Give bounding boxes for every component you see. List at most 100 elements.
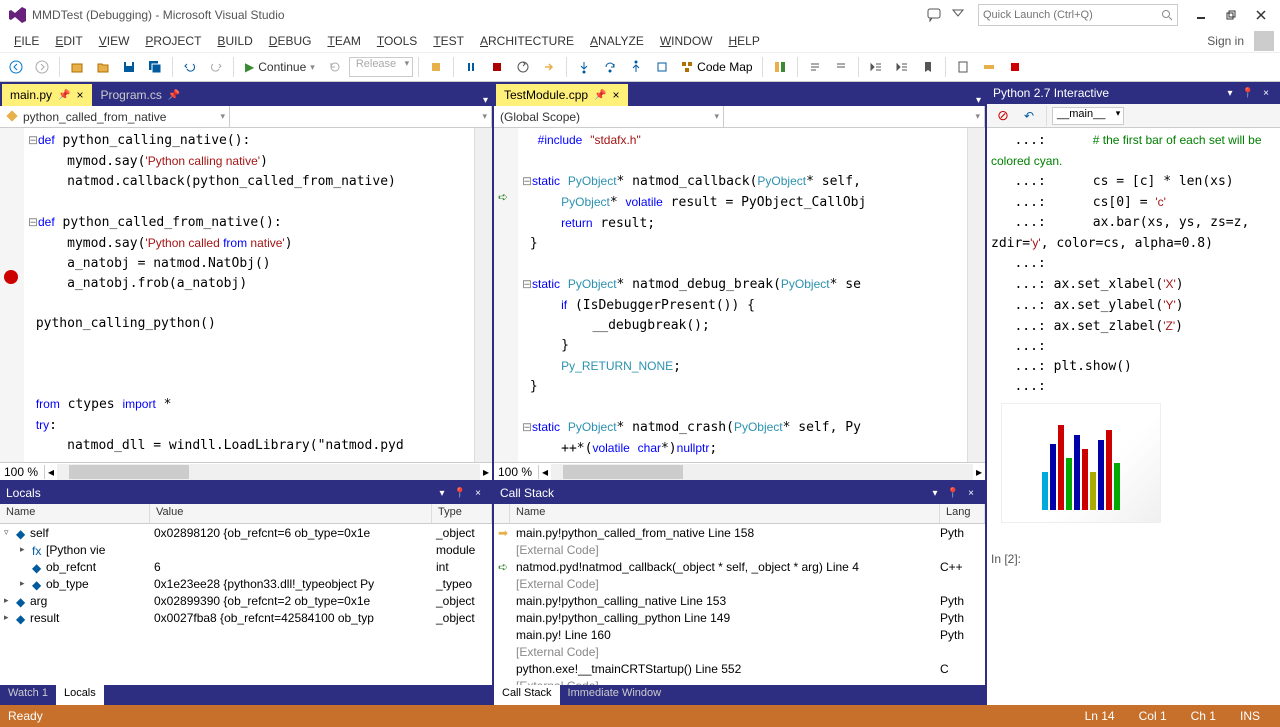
undo-button[interactable] xyxy=(178,55,202,79)
process-button[interactable] xyxy=(424,55,448,79)
minimize-button[interactable] xyxy=(1186,3,1216,27)
interactive-output[interactable]: ...: # the first bar of each set will be… xyxy=(987,128,1280,705)
gutter[interactable] xyxy=(0,128,24,462)
callstack-row[interactable]: ➡main.py!python_called_from_native Line … xyxy=(494,524,985,541)
callstack-row[interactable]: ➪natmod.pyd!natmod_callback(_object * se… xyxy=(494,558,985,575)
col-lang[interactable]: Lang xyxy=(940,504,985,523)
menu-file[interactable]: FILE xyxy=(6,32,47,50)
comment-button[interactable] xyxy=(803,55,827,79)
tab-locals[interactable]: Locals xyxy=(56,685,104,705)
uncomment-button[interactable] xyxy=(829,55,853,79)
tab-main-py[interactable]: main.py 📌 × xyxy=(2,84,92,106)
pin-icon[interactable]: 📌 xyxy=(594,90,606,101)
callstack-row[interactable]: [External Code] xyxy=(494,677,985,685)
continue-button[interactable]: ▶ Continue ▾ xyxy=(239,58,321,76)
scroll-right-icon[interactable]: ▸ xyxy=(973,465,985,479)
locals-row[interactable]: ▸◆ result0x0027fba8 {ob_refcnt=42584100 … xyxy=(0,609,492,626)
breakpoint-icon[interactable] xyxy=(4,270,18,284)
codemap-button[interactable]: Code Map xyxy=(676,60,756,74)
member-dropdown-right[interactable] xyxy=(230,106,492,127)
decrease-indent-button[interactable] xyxy=(864,55,888,79)
menu-window[interactable]: WINDOW xyxy=(652,32,721,50)
scrollbar-vertical[interactable] xyxy=(967,128,985,462)
scrollbar-horizontal[interactable] xyxy=(551,464,973,480)
menu-project[interactable]: PROJECT xyxy=(137,32,209,50)
menu-help[interactable]: HELP xyxy=(720,32,767,50)
callstack-row[interactable]: [External Code] xyxy=(494,541,985,558)
find-in-files-button[interactable] xyxy=(951,55,975,79)
locals-row[interactable]: ▸◆ ob_type0x1e23ee28 {python33.dll!_type… xyxy=(0,575,492,592)
menu-team[interactable]: TEAM xyxy=(319,32,368,50)
restore-button[interactable] xyxy=(1216,3,1246,27)
step-over-button[interactable] xyxy=(598,55,622,79)
step-into-specific-button[interactable] xyxy=(650,55,674,79)
save-all-button[interactable] xyxy=(143,55,167,79)
panel-pin-icon[interactable]: 📍 xyxy=(945,485,961,501)
sign-in-link[interactable]: Sign in xyxy=(1201,34,1250,48)
code-editor-mid[interactable]: #include "stdafx.h" ⊟static PyObject* na… xyxy=(518,128,967,462)
extension-button[interactable] xyxy=(1003,55,1027,79)
toggle-button[interactable] xyxy=(977,55,1001,79)
callstack-row[interactable]: [External Code] xyxy=(494,643,985,660)
step-out-button[interactable] xyxy=(624,55,648,79)
panel-close-icon[interactable]: × xyxy=(1258,85,1274,101)
redo-button[interactable] xyxy=(204,55,228,79)
scrollbar-vertical[interactable] xyxy=(474,128,492,462)
feedback-icon[interactable] xyxy=(922,3,946,27)
tab-overflow-icon[interactable]: ▾ xyxy=(976,95,981,106)
panel-pin-icon[interactable]: 📍 xyxy=(1240,85,1256,101)
menu-view[interactable]: VIEW xyxy=(91,32,138,50)
menu-tools[interactable]: TOOLS xyxy=(369,32,425,50)
callstack-row[interactable]: main.py!python_calling_native Line 153Py… xyxy=(494,592,985,609)
panel-close-icon[interactable]: × xyxy=(470,485,486,501)
col-name[interactable]: Name xyxy=(510,504,940,523)
pause-button[interactable] xyxy=(459,55,483,79)
close-button[interactable] xyxy=(1246,3,1276,27)
tab-callstack[interactable]: Call Stack xyxy=(494,685,560,705)
menu-build[interactable]: BUILD xyxy=(209,32,260,50)
show-next-statement-button[interactable] xyxy=(537,55,561,79)
notifications-icon[interactable] xyxy=(946,3,970,27)
panel-dropdown-icon[interactable]: ▾ xyxy=(1222,85,1238,101)
configuration-dropdown[interactable]: Release xyxy=(349,57,413,77)
new-project-button[interactable] xyxy=(65,55,89,79)
menu-test[interactable]: TEST xyxy=(425,32,472,50)
scope-dropdown[interactable]: __main__ xyxy=(1052,107,1124,125)
hex-button[interactable] xyxy=(768,55,792,79)
cancel-icon[interactable]: ⊘ xyxy=(991,104,1015,128)
menu-debug[interactable]: DEBUG xyxy=(261,32,320,50)
stop-button[interactable] xyxy=(485,55,509,79)
step-into-button[interactable] xyxy=(572,55,596,79)
close-icon[interactable]: × xyxy=(76,88,83,102)
panel-dropdown-icon[interactable]: ▾ xyxy=(434,485,450,501)
zoom-level[interactable]: 100 % xyxy=(0,465,45,479)
callstack-row[interactable]: main.py!python_calling_python Line 149Py… xyxy=(494,609,985,626)
menu-analyze[interactable]: ANALYZE xyxy=(582,32,652,50)
panel-dropdown-icon[interactable]: ▾ xyxy=(927,485,943,501)
gutter[interactable]: ➪ xyxy=(494,128,518,462)
navigate-back-button[interactable] xyxy=(4,55,28,79)
locals-row[interactable]: ◆ ob_refcnt6int xyxy=(0,558,492,575)
member-dropdown[interactable] xyxy=(724,106,985,127)
navigate-forward-button[interactable] xyxy=(30,55,54,79)
locals-row[interactable]: ▿◆ self0x02898120 {ob_refcnt=6 ob_type=0… xyxy=(0,524,492,541)
callstack-row[interactable]: main.py! Line 160Pyth xyxy=(494,626,985,643)
callstack-row[interactable]: [External Code] xyxy=(494,575,985,592)
col-type[interactable]: Type xyxy=(432,504,492,523)
refresh-button[interactable] xyxy=(323,55,347,79)
panel-close-icon[interactable]: × xyxy=(963,485,979,501)
code-editor-left[interactable]: ⊟def python_calling_native(): mymod.say(… xyxy=(24,128,474,462)
panel-pin-icon[interactable]: 📍 xyxy=(452,485,468,501)
quick-launch-field[interactable] xyxy=(983,9,1161,21)
pin-icon[interactable]: 📌 xyxy=(58,90,70,101)
tab-immediate[interactable]: Immediate Window xyxy=(560,685,670,705)
zoom-level[interactable]: 100 % xyxy=(494,465,539,479)
member-dropdown-left[interactable]: python_called_from_native xyxy=(0,106,230,127)
locals-row[interactable]: ▸fx [Python viemodule xyxy=(0,541,492,558)
locals-row[interactable]: ▸◆ arg0x02899390 {ob_refcnt=2 ob_type=0x… xyxy=(0,592,492,609)
menu-edit[interactable]: EDIT xyxy=(47,32,90,50)
scrollbar-horizontal[interactable] xyxy=(57,464,480,480)
pin-icon[interactable]: 📌 xyxy=(168,90,180,101)
tab-watch1[interactable]: Watch 1 xyxy=(0,685,56,705)
reset-icon[interactable]: ↶ xyxy=(1017,104,1041,128)
